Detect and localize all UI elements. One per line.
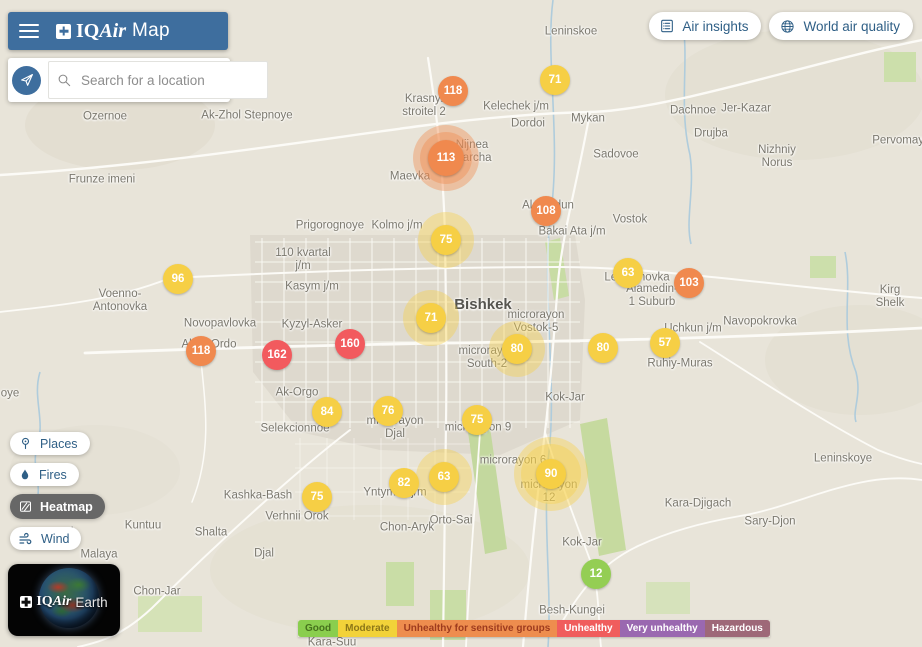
aqi-value: 84 <box>312 397 342 427</box>
heatmap-icon <box>18 499 33 514</box>
aqi-marker[interactable]: 96 <box>163 264 193 294</box>
aqi-value: 113 <box>428 140 464 176</box>
map-canvas[interactable]: LeninskoeKairmKelechek j/mKrasnyi stroit… <box>0 0 922 647</box>
send-icon <box>19 72 35 88</box>
iqair-earth-card[interactable]: IQAir Earth <box>8 564 120 636</box>
menu-button[interactable] <box>19 24 39 38</box>
locate-me-button[interactable] <box>12 65 41 95</box>
aqi-marker[interactable]: 82 <box>389 468 419 498</box>
aqi-marker[interactable]: 71 <box>403 290 459 346</box>
aqi-marker[interactable]: 84 <box>312 397 342 427</box>
legend-item: Unhealthy <box>557 620 620 637</box>
aqi-marker[interactable]: 108 <box>531 196 561 226</box>
heatmap-button[interactable]: Heatmap <box>10 494 105 519</box>
air-insights-button[interactable]: Air insights <box>649 12 762 40</box>
aqi-legend: Good Moderate Unhealthy for sensitive grou… <box>298 620 770 637</box>
aqi-value: 96 <box>163 264 193 294</box>
aqi-value: 118 <box>438 76 468 106</box>
aqi-value: 75 <box>462 405 492 435</box>
aqi-value: 82 <box>389 468 419 498</box>
fires-button-label: Fires <box>39 467 67 482</box>
aqi-marker[interactable]: 76 <box>373 396 403 426</box>
air-insights-button-label: Air insights <box>682 18 749 34</box>
layer-buttons: Places Fires Heatmap Wind <box>10 432 105 550</box>
wind-icon <box>18 531 34 547</box>
aqi-marker[interactable]: 90 <box>514 437 588 511</box>
list-icon <box>659 18 675 34</box>
aqi-value: 63 <box>429 462 459 492</box>
aqi-value: 160 <box>335 329 365 359</box>
aqi-value: 80 <box>588 333 618 363</box>
aqi-value: 76 <box>373 396 403 426</box>
globe-icon <box>779 18 796 35</box>
fires-button[interactable]: Fires <box>10 463 79 486</box>
legend-item: Hazardous <box>704 620 770 637</box>
aqi-value: 80 <box>502 334 532 364</box>
world-air-quality-button[interactable]: World air quality <box>769 12 913 40</box>
aqi-marker[interactable]: 118 <box>186 336 216 366</box>
world-air-quality-button-label: World air quality <box>803 18 900 34</box>
aqi-value: 103 <box>674 268 704 298</box>
iqair-plus-icon <box>56 23 71 39</box>
aqi-value: 118 <box>186 336 216 366</box>
flame-icon <box>18 468 32 482</box>
aqi-value: 75 <box>302 482 332 512</box>
search-card <box>8 58 268 102</box>
legend-item: Good <box>298 620 339 637</box>
legend-item: Moderate <box>338 620 397 637</box>
iqair-plus-icon <box>20 596 33 608</box>
aqi-marker[interactable]: 75 <box>418 212 474 268</box>
iqair-map-logo[interactable]: IQAir Map <box>56 20 170 43</box>
aqi-marker[interactable]: 75 <box>462 405 492 435</box>
wind-button-label: Wind <box>41 531 70 546</box>
app-header: IQAir Map <box>8 12 228 50</box>
legend-item: Unhealthy for sensitive groups <box>396 620 558 637</box>
aqi-value: 12 <box>581 559 611 589</box>
aqi-marker[interactable]: 113 <box>413 125 479 191</box>
wind-button[interactable]: Wind <box>10 527 82 550</box>
search-icon <box>56 72 72 88</box>
aqi-value: 71 <box>540 65 570 95</box>
legend-item: Very unhealthy <box>619 620 705 637</box>
aqi-marker[interactable]: 80 <box>588 333 618 363</box>
places-button-label: Places <box>40 436 78 451</box>
places-button[interactable]: Places <box>10 432 90 455</box>
heatmap-button-label: Heatmap <box>40 499 93 514</box>
pin-icon <box>18 436 33 451</box>
search-input[interactable] <box>79 71 260 89</box>
aqi-marker[interactable]: 71 <box>540 65 570 95</box>
aqi-value: 75 <box>431 225 461 255</box>
aqi-marker[interactable]: 57 <box>650 328 680 358</box>
brand-wordmark: IQAir <box>76 19 127 42</box>
aqi-value: 108 <box>531 196 561 226</box>
aqi-marker[interactable]: 63 <box>613 258 643 288</box>
aqi-marker[interactable]: 12 <box>581 559 611 589</box>
aqi-marker[interactable]: 63 <box>416 449 472 505</box>
iqair-earth-logo: IQAir Earth <box>8 594 120 610</box>
search-box[interactable] <box>48 61 268 99</box>
brand-suffix: Map <box>132 20 170 41</box>
aqi-marker[interactable]: 118 <box>438 76 468 106</box>
top-buttons: Air insights World air quality <box>649 12 913 40</box>
aqi-value: 90 <box>536 459 566 489</box>
aqi-marker[interactable]: 103 <box>674 268 704 298</box>
aqi-marker[interactable]: 80 <box>489 321 545 377</box>
aqi-value: 71 <box>416 303 446 333</box>
hamburger-icon <box>19 24 39 27</box>
aqi-value: 57 <box>650 328 680 358</box>
aqi-marker[interactable]: 162 <box>262 340 292 370</box>
aqi-marker[interactable]: 160 <box>335 329 365 359</box>
aqi-marker[interactable]: 75 <box>302 482 332 512</box>
aqi-value: 162 <box>262 340 292 370</box>
aqi-value: 63 <box>613 258 643 288</box>
